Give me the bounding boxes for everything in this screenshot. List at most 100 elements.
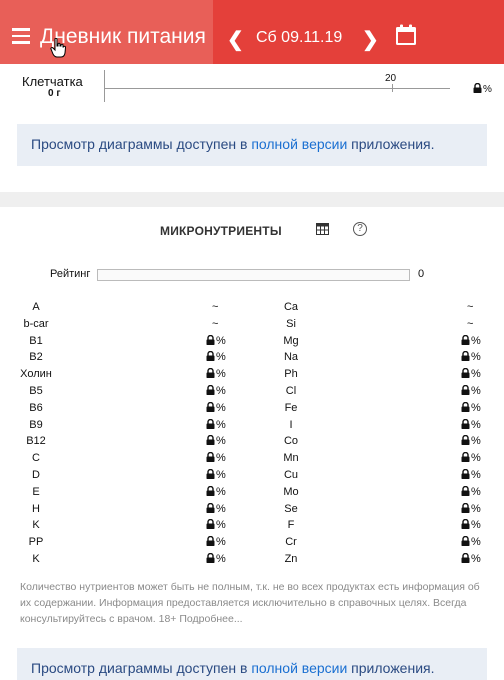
fiber-tick bbox=[392, 84, 393, 92]
diagram-notice-2: Просмотр диаграммы доступен в полной вер… bbox=[17, 648, 487, 680]
full-version-link[interactable]: полной версии bbox=[251, 660, 347, 676]
fiber-percent-sign: % bbox=[483, 84, 492, 95]
nutrient-value: ~ bbox=[467, 317, 474, 330]
nutrient-value: % bbox=[471, 519, 481, 532]
nutrient-row: E% Mo% bbox=[0, 485, 504, 502]
fiber-label: Клетчатка bbox=[22, 74, 83, 89]
nutrient-name: Co bbox=[283, 435, 299, 448]
nutrient-row: B6% Fe% bbox=[0, 401, 504, 418]
nutrient-value: % bbox=[216, 435, 226, 448]
nutrient-name: PP bbox=[28, 536, 44, 549]
fiber-baseline bbox=[104, 88, 450, 89]
nutrient-value-cell: % bbox=[206, 452, 236, 464]
nutrient-value: % bbox=[471, 452, 481, 465]
nutrient-value: % bbox=[471, 401, 481, 414]
menu-icon[interactable] bbox=[12, 28, 30, 44]
nutrient-name: K bbox=[32, 553, 40, 565]
nutrient-name: H bbox=[32, 502, 40, 515]
nutrient-row: A ~ Ca ~ bbox=[0, 301, 504, 317]
nutrient-name: b-car bbox=[23, 317, 49, 330]
lock-icon bbox=[206, 452, 215, 463]
nutrient-value: ~ bbox=[212, 317, 219, 330]
nutrient-value-cell: % bbox=[461, 485, 491, 498]
nutrient-row: Холин% Ph% bbox=[0, 368, 504, 384]
nutrient-row: H% Se% bbox=[0, 502, 504, 519]
nutrient-value: ~ bbox=[467, 301, 474, 313]
lock-icon bbox=[206, 418, 215, 429]
nutrient-name: C bbox=[32, 452, 40, 465]
nutrient-value: % bbox=[471, 368, 481, 381]
nutrient-value-cell: % bbox=[206, 401, 236, 414]
lock-icon bbox=[461, 502, 470, 513]
nutrient-value-cell: % bbox=[206, 536, 236, 548]
nutrient-value-cell: % bbox=[206, 469, 236, 481]
nutrient-name: Fe bbox=[284, 401, 298, 414]
nutrient-name: Mo bbox=[283, 485, 299, 498]
nutrient-name: Cu bbox=[283, 469, 299, 481]
lock-icon bbox=[206, 519, 215, 530]
nutrient-value: % bbox=[216, 485, 226, 498]
nutrient-name: Zn bbox=[284, 553, 298, 565]
help-icon[interactable]: ? bbox=[353, 222, 367, 236]
nutrient-name: Se bbox=[284, 502, 298, 515]
nutrient-value-cell: % bbox=[206, 368, 236, 380]
prev-day-button[interactable]: ❮ bbox=[227, 27, 244, 52]
disclaimer-text: Количество нутриентов может быть не полн… bbox=[20, 581, 480, 625]
fiber-card: Клетчатка 0 г 20 % Просмотр диаграммы до… bbox=[0, 64, 504, 192]
nutrient-name: B6 bbox=[29, 401, 43, 414]
nutrient-row: PP% Cr% bbox=[0, 536, 504, 552]
nutrient-value: % bbox=[471, 485, 481, 498]
nutrient-value-cell: % bbox=[461, 334, 491, 347]
nutrient-value-cell: ~ bbox=[206, 301, 236, 313]
nutrient-value: % bbox=[471, 351, 481, 364]
nutrient-value-cell: ~ bbox=[206, 318, 236, 330]
nutrient-name: Mg bbox=[283, 334, 299, 347]
nutrient-value-cell: % bbox=[461, 351, 491, 363]
diagram-notice: Просмотр диаграммы доступен в полной вер… bbox=[17, 124, 487, 166]
nutrient-name: B9 bbox=[29, 418, 43, 431]
notice-suffix: приложения. bbox=[347, 660, 435, 676]
nutrient-value: % bbox=[216, 553, 226, 565]
nutrient-name: A bbox=[32, 301, 40, 313]
lock-icon bbox=[206, 385, 215, 395]
nutrient-value: ~ bbox=[212, 301, 219, 313]
lock-icon bbox=[473, 83, 482, 93]
nutrient-name: D bbox=[32, 469, 40, 481]
full-version-link[interactable]: полной версии bbox=[251, 136, 347, 152]
nutrient-value: % bbox=[471, 553, 481, 565]
fiber-tick-label: 20 bbox=[385, 73, 397, 84]
lock-icon bbox=[206, 351, 215, 362]
current-date[interactable]: Сб 09.11.19 bbox=[256, 29, 342, 47]
nutrient-name: B1 bbox=[29, 334, 43, 347]
nutrient-row: B5% Cl% bbox=[0, 385, 504, 401]
hand-cursor-icon bbox=[50, 38, 66, 58]
next-day-button[interactable]: ❯ bbox=[362, 27, 379, 52]
nutrient-value: % bbox=[471, 385, 481, 397]
nutrient-value-cell: % bbox=[461, 368, 491, 380]
lock-icon bbox=[461, 385, 470, 395]
nutrient-name: B5 bbox=[29, 385, 43, 397]
nutrient-value: % bbox=[216, 334, 226, 347]
nutrient-name: Si bbox=[286, 317, 296, 330]
nutrient-value: % bbox=[216, 351, 226, 364]
calendar-icon[interactable] bbox=[395, 24, 417, 46]
nutrient-value-cell: % bbox=[206, 519, 236, 531]
lock-icon bbox=[461, 435, 470, 446]
nutrient-row: B2% Na% bbox=[0, 351, 504, 367]
nutrient-value: % bbox=[216, 401, 226, 414]
notice-suffix: приложения. bbox=[347, 136, 435, 152]
table-icon[interactable] bbox=[316, 223, 329, 235]
micronutrients-card: МИКРОНУТРИЕНТЫ ? Рейтинг 0 A ~ Ca ~ b-car ~ Si… bbox=[0, 207, 504, 680]
lock-icon bbox=[461, 519, 470, 530]
nutrient-value-cell: % bbox=[461, 553, 491, 565]
nutrient-value-cell: % bbox=[461, 469, 491, 481]
notice-prefix: Просмотр диаграммы доступен в bbox=[31, 660, 252, 676]
lock-icon bbox=[206, 536, 215, 547]
lock-icon bbox=[206, 334, 215, 345]
nutrient-value-cell: % bbox=[461, 435, 491, 447]
lock-icon bbox=[206, 368, 215, 379]
nutrient-row: B9% I% bbox=[0, 418, 504, 435]
lock-icon bbox=[206, 502, 215, 513]
nutrient-value-cell: ~ bbox=[461, 301, 491, 313]
nutrient-row: b-car ~ Si ~ bbox=[0, 318, 504, 334]
